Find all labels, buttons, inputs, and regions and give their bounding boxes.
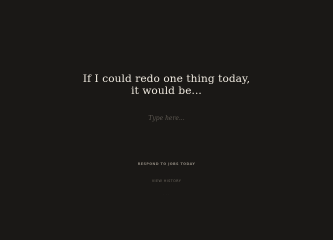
- submit-button[interactable]: RESPOND TO JOBS TODAY: [126, 158, 207, 169]
- prompt-line-1: If I could redo one thing today,: [82, 73, 251, 85]
- view-history-link[interactable]: VIEW HISTORY: [136, 179, 197, 188]
- page: If I could redo one thing today, it woul…: [0, 0, 333, 222]
- prompt-line-2: it would be...: [131, 85, 202, 97]
- footer-text: · · ·: [163, 192, 170, 196]
- answer-input[interactable]: [106, 111, 227, 125]
- prompt-question: If I could redo one thing today, it woul…: [0, 73, 333, 97]
